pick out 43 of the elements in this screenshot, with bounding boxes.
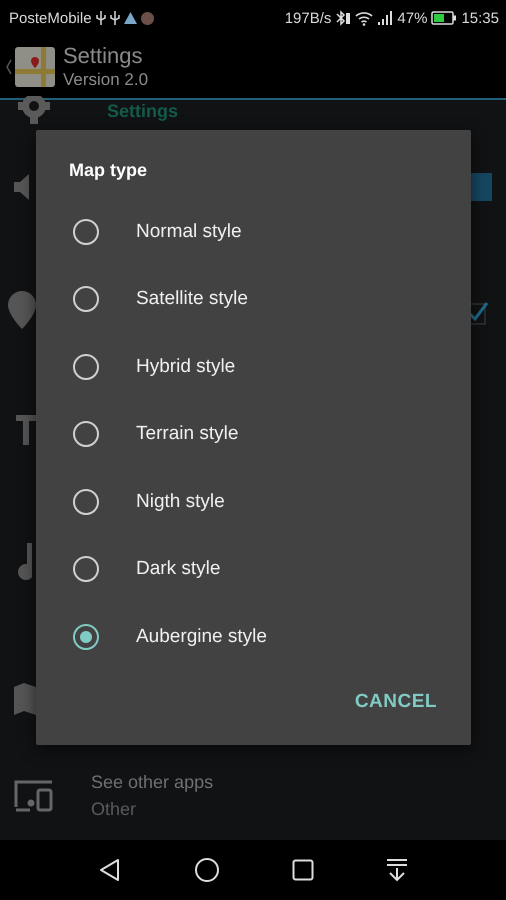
music-note-icon	[18, 542, 32, 580]
radio-button[interactable]	[73, 624, 99, 650]
gear-icon	[16, 96, 52, 126]
radio-button[interactable]	[73, 421, 99, 448]
category-header: Settings	[107, 100, 178, 122]
map-pin-icon	[15, 47, 55, 87]
carrier-name: PosteMobile	[9, 10, 92, 26]
recent-apps-icon[interactable]	[292, 859, 314, 881]
usb-icon	[110, 11, 120, 25]
radio-option[interactable]: Nigth style	[36, 468, 471, 536]
row-subtitle: Other	[91, 799, 138, 820]
radio-button[interactable]	[73, 218, 99, 245]
clock: 15:35	[461, 10, 499, 26]
battery-icon	[431, 11, 458, 25]
bluetooth-icon	[335, 10, 352, 26]
radio-option[interactable]: Aubergine style	[36, 603, 471, 670]
back-icon[interactable]	[98, 858, 122, 882]
row-title[interactable]: See other apps	[91, 772, 214, 793]
speaker-icon	[14, 174, 29, 200]
radio-option[interactable]: Terrain style	[36, 400, 471, 468]
app-notification-icon	[140, 12, 154, 24]
radio-option[interactable]: Hybrid style	[36, 333, 471, 400]
battery-percent: 47%	[397, 10, 428, 26]
radio-button[interactable]	[73, 286, 99, 312]
signal-icon	[377, 11, 394, 25]
radio-button[interactable]	[73, 354, 99, 380]
radio-option[interactable]: Normal style	[36, 198, 471, 266]
app-version: Version 2.0	[63, 69, 148, 91]
usb-icon	[96, 11, 106, 25]
cancel-button[interactable]: CANCEL	[344, 682, 447, 720]
radio-button[interactable]	[73, 556, 99, 582]
radio-button[interactable]	[73, 488, 99, 515]
notification-icon	[124, 12, 137, 24]
home-icon[interactable]	[194, 857, 220, 883]
app-title: Settings	[63, 43, 144, 69]
network-speed: 197B/s	[284, 10, 332, 26]
wifi-icon	[355, 10, 374, 26]
notification-shade-icon[interactable]	[386, 858, 408, 882]
dialog-title: Map type	[68, 160, 148, 181]
text-size-icon	[16, 415, 36, 445]
radio-option[interactable]: Satellite style	[36, 266, 471, 333]
devices-icon	[13, 779, 55, 813]
radio-option[interactable]: Dark style	[36, 536, 471, 603]
